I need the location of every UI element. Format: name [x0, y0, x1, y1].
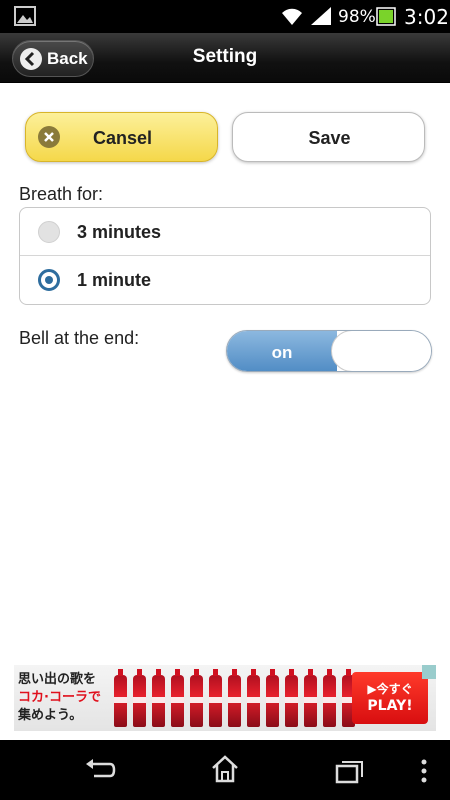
- app-header: Back Setting: [0, 33, 450, 83]
- ad-cta-line-1: ▶今すぐ: [367, 682, 413, 696]
- bottle-image: [190, 669, 203, 727]
- status-bar: 98% 3:02: [0, 0, 450, 33]
- radio-option-3-minutes[interactable]: 3 minutes: [20, 208, 430, 256]
- image-icon: [14, 6, 36, 26]
- radio-selected-icon: [38, 269, 60, 291]
- ad-banner[interactable]: 思い出の歌を コカ·コーラで 集めよう。 ▶今すぐ PLAY!: [0, 663, 450, 733]
- overflow-menu-icon[interactable]: [419, 758, 429, 784]
- radio-option-1-minute[interactable]: 1 minute: [20, 256, 430, 304]
- bottle-image: [133, 669, 146, 727]
- bottle-image: [304, 669, 317, 727]
- wifi-icon: [282, 8, 302, 25]
- breath-label: Breath for:: [19, 184, 104, 204]
- ad-text: 思い出の歌を コカ·コーラで 集めよう。: [18, 671, 118, 725]
- cancel-button[interactable]: Cansel: [25, 112, 218, 162]
- bottle-image: [285, 669, 298, 727]
- breath-radio-group: 3 minutes 1 minute: [19, 207, 431, 305]
- toggle-knob[interactable]: [331, 331, 431, 371]
- bottle-image: [228, 669, 241, 727]
- ad-line-3: 集めよう。: [18, 708, 83, 723]
- ad-info-icon[interactable]: [422, 665, 436, 679]
- clock: 3:02: [404, 5, 449, 29]
- home-nav-icon[interactable]: [210, 754, 240, 784]
- bottle-image: [114, 669, 127, 727]
- ad-line-1: 思い出の歌を: [18, 672, 97, 687]
- radio-option-label: 1 minute: [77, 270, 152, 290]
- ad-line-2: コカ·コーラで: [18, 690, 101, 705]
- battery-icon: [376, 7, 396, 26]
- toggle-on-track: on: [227, 331, 337, 371]
- bottle-image: [209, 669, 222, 727]
- save-button-label: Save: [308, 128, 351, 148]
- back-nav-icon[interactable]: [84, 756, 116, 784]
- signal-icon: [311, 7, 331, 25]
- bottle-image: [266, 669, 279, 727]
- ad-play-button[interactable]: ▶今すぐ PLAY!: [352, 672, 428, 724]
- ad-content[interactable]: 思い出の歌を コカ·コーラで 集めよう。 ▶今すぐ PLAY!: [14, 665, 436, 731]
- bell-toggle-switch[interactable]: on: [226, 330, 432, 372]
- radio-unselected-icon: [38, 221, 60, 243]
- page-title: Setting: [192, 46, 258, 67]
- ad-bottles-image: [114, 669, 355, 727]
- recent-apps-nav-icon[interactable]: [335, 758, 365, 784]
- cancel-button-label: Cansel: [92, 128, 153, 148]
- ad-cta-line-2: PLAY!: [367, 698, 413, 714]
- bottle-image: [247, 669, 260, 727]
- battery-percent: 98%: [338, 7, 376, 27]
- save-button[interactable]: Save: [232, 112, 425, 162]
- bell-label: Bell at the end:: [19, 328, 140, 348]
- bottle-image: [323, 669, 336, 727]
- radio-option-label: 3 minutes: [77, 222, 162, 242]
- bottle-image: [171, 669, 184, 727]
- system-nav-bar: [0, 740, 450, 800]
- toggle-on-label: on: [271, 343, 293, 362]
- bottle-image: [152, 669, 165, 727]
